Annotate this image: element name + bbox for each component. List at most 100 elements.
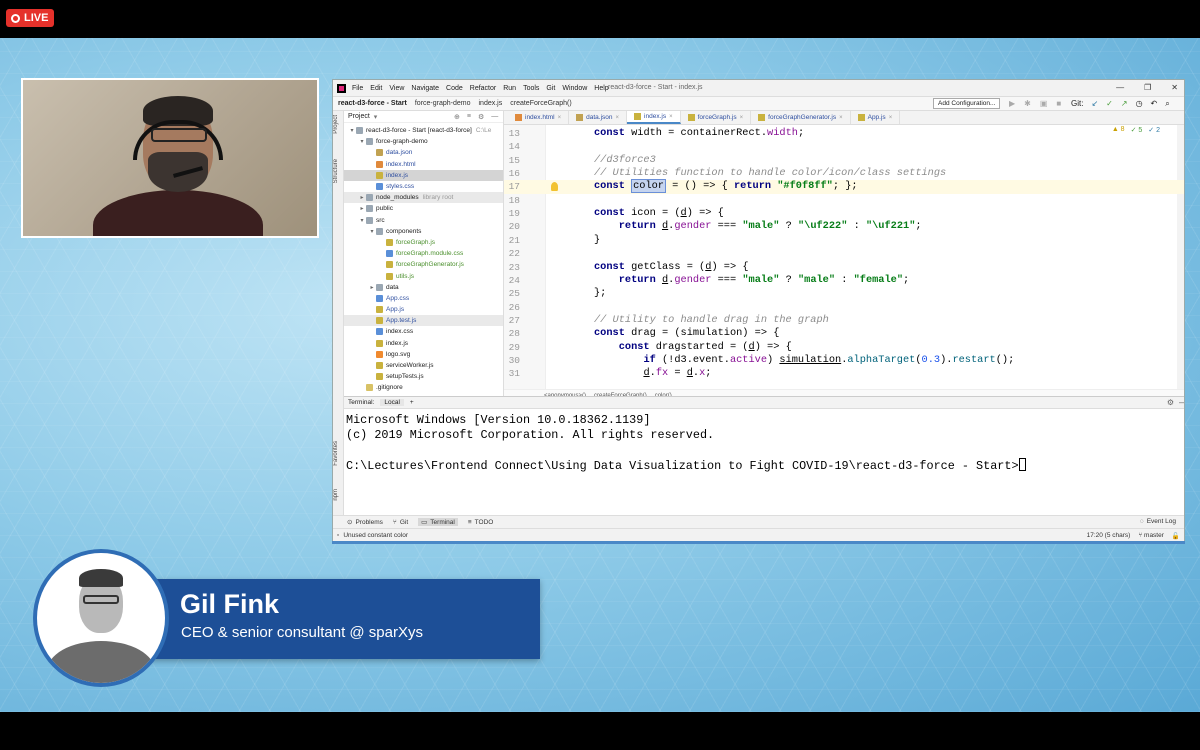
chevron-right-icon[interactable]: ▸ — [368, 284, 376, 291]
restore-icon[interactable]: ❐ — [1144, 83, 1151, 92]
code-line[interactable]: 25}; — [504, 287, 1184, 300]
chevron-down-icon[interactable]: ▾ — [358, 138, 366, 145]
chevron-right-icon[interactable]: ▸ — [358, 205, 366, 212]
minimize-icon[interactable]: — — [1116, 83, 1124, 92]
menu-file[interactable]: File — [352, 85, 363, 92]
code-line[interactable]: 22 — [504, 247, 1184, 260]
code-line[interactable]: 23 const getClass = (d) => { — [504, 261, 1184, 274]
menu-code[interactable]: Code — [446, 85, 463, 92]
code-line[interactable]: 15 //d3force3 — [504, 154, 1184, 167]
tree-item[interactable]: App.css — [344, 293, 503, 304]
tree-item[interactable]: logo.svg — [344, 349, 503, 360]
code-line[interactable]: 30 if (!d3.event.active) simulation.alph… — [504, 354, 1184, 367]
favorites-tool-tab[interactable]: Favorites — [333, 441, 339, 466]
tree-item[interactable]: index.js — [344, 169, 503, 181]
terminal-tool-button[interactable]: ▭ Terminal — [418, 518, 458, 526]
structure-tool-tab[interactable]: Structure — [333, 159, 339, 183]
menu-help[interactable]: Help — [594, 85, 608, 92]
tree-item[interactable]: serviceWorker.js — [344, 360, 503, 371]
cursor-position[interactable]: 17:20 (5 chars) — [1087, 532, 1131, 540]
tree-item[interactable]: index.html — [344, 159, 503, 170]
chevron-down-icon[interactable]: ▾ — [358, 217, 366, 224]
git-commit-icon[interactable]: ✓ — [1106, 99, 1113, 109]
tree-item[interactable]: ▸ node_modules library root — [344, 192, 503, 204]
git-rollback-icon[interactable]: ↶ — [1151, 99, 1158, 109]
menu-navigate[interactable]: Navigate — [411, 85, 439, 92]
menu-edit[interactable]: Edit — [370, 85, 382, 92]
close-tab-icon[interactable]: × — [669, 114, 673, 120]
minimize-panel-icon[interactable]: – — [1179, 397, 1184, 407]
breadcrumb-project[interactable]: react-d3-force - Start — [338, 100, 407, 107]
todo-tool-button[interactable]: ≡ TODO — [468, 519, 493, 526]
editor-tab[interactable]: forceGraph.js × — [681, 111, 752, 124]
close-tab-icon[interactable]: × — [839, 115, 843, 121]
tree-item[interactable]: ▾ components — [344, 226, 503, 237]
menu-tools[interactable]: Tools — [523, 85, 539, 92]
code-line[interactable]: 31 d.fx = d.x; — [504, 367, 1184, 380]
coverage-icon[interactable]: ▣ — [1040, 99, 1048, 108]
git-history-icon[interactable]: ◷ — [1136, 99, 1143, 109]
code-line[interactable]: 19 const icon = (d) => { — [504, 207, 1184, 220]
menu-window[interactable]: Window — [562, 85, 587, 92]
lock-icon[interactable]: 🔓 — [1172, 532, 1180, 540]
tree-item[interactable]: App.test.js — [344, 315, 503, 327]
editor-tab[interactable]: index.html × — [508, 111, 570, 124]
code-line[interactable]: 26 — [504, 301, 1184, 314]
tree-item[interactable]: ▾ src — [344, 215, 503, 226]
tree-item[interactable]: setupTests.js — [344, 371, 503, 382]
code-line[interactable]: 18 — [504, 194, 1184, 207]
tree-item[interactable]: data.json — [344, 147, 503, 158]
tree-item[interactable]: index.css — [344, 326, 503, 337]
add-configuration-button[interactable]: Add Configuration... — [933, 98, 1001, 109]
terminal-output[interactable]: Microsoft Windows [Version 10.0.18362.11… — [344, 409, 1184, 474]
chevron-down-icon[interactable]: ▾ — [348, 127, 356, 134]
stop-icon[interactable]: ■ — [1056, 99, 1061, 108]
chevron-down-icon[interactable]: ▾ — [368, 228, 376, 235]
git-push-icon[interactable]: ↗ — [1121, 99, 1128, 109]
close-tab-icon[interactable]: × — [740, 115, 744, 121]
tree-item[interactable]: ▾ force-graph-demo — [344, 136, 503, 147]
tree-item[interactable]: forceGraph.module.css — [344, 248, 503, 259]
code-line[interactable]: 14 — [504, 140, 1184, 153]
chevron-right-icon[interactable]: ▸ — [358, 194, 366, 201]
code-line[interactable]: 24 return d.gender === "male" ? "male" :… — [504, 274, 1184, 287]
terminal-add-icon[interactable]: + — [410, 399, 414, 406]
tree-item[interactable]: styles.css — [344, 181, 503, 192]
menu-git[interactable]: Git — [546, 85, 555, 92]
tree-item[interactable]: index.js — [344, 338, 503, 349]
git-branch-status[interactable]: ⑂ master — [1138, 532, 1164, 540]
collapse-icon[interactable]: ≡ — [467, 113, 471, 121]
chevron-down-icon[interactable]: ▾ — [374, 113, 378, 121]
tree-item[interactable]: ▸ data — [344, 282, 503, 293]
tree-item[interactable]: ▸ public — [344, 203, 503, 214]
tree-item[interactable]: forceGraph.js — [344, 237, 503, 248]
close-icon[interactable]: ✕ — [1171, 83, 1178, 92]
debug-icon[interactable]: ✱ — [1024, 99, 1031, 108]
code-line[interactable]: 21} — [504, 234, 1184, 247]
editor-tab[interactable]: index.js × — [627, 111, 681, 124]
npm-tool-tab[interactable]: npm — [333, 489, 339, 501]
run-icon[interactable]: ▶ — [1009, 99, 1015, 108]
search-icon[interactable]: ⌕ — [1165, 99, 1169, 109]
tree-item[interactable]: ▾ react-d3-force - Start [react-d3-force]… — [344, 125, 503, 136]
code-line[interactable]: 20 return d.gender === "male" ? "\uf222"… — [504, 220, 1184, 233]
code-line[interactable]: 28 const drag = (simulation) => { — [504, 327, 1184, 340]
code-area[interactable]: ▲ 8 ✓ 5 ✓ 2 13 const width = containerRec… — [504, 125, 1184, 389]
event-log-button[interactable]: ◌ Event Log — [1140, 518, 1176, 525]
menu-view[interactable]: View — [389, 85, 404, 92]
close-tab-icon[interactable]: × — [889, 115, 893, 121]
git-tool-button[interactable]: ⑂ Git — [393, 519, 408, 526]
locate-icon[interactable]: ⊕ — [454, 113, 460, 121]
code-line[interactable]: 13 const width = containerRect.width; — [504, 127, 1184, 140]
code-line[interactable]: 16 // Utilities function to handle color/… — [504, 167, 1184, 180]
gear-icon[interactable]: ⚙ — [1167, 398, 1174, 407]
menu-refactor[interactable]: Refactor — [470, 85, 496, 92]
terminal-tab-local[interactable]: Local — [380, 399, 404, 406]
code-line[interactable]: 27 // Utility to handle drag in the graph — [504, 314, 1184, 327]
close-tab-icon[interactable]: × — [616, 115, 620, 121]
problems-tool-button[interactable]: ⊙ Problems — [347, 518, 383, 527]
menu-run[interactable]: Run — [503, 85, 516, 92]
tree-item[interactable]: .gitignore — [344, 382, 503, 393]
breadcrumb-function[interactable]: createForceGraph() — [510, 100, 571, 107]
editor-tab[interactable]: data.json × — [569, 111, 628, 124]
